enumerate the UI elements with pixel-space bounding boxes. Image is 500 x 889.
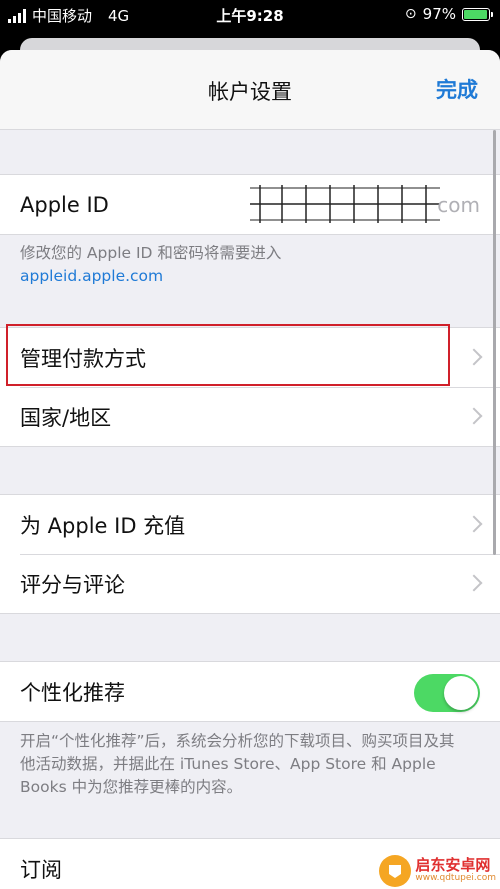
watermark-url: www.qdtupei.com: [415, 873, 496, 884]
toggle-knob: [444, 675, 478, 710]
battery-percent: 97%: [422, 5, 456, 23]
watermark-title: 启东安卓网: [415, 856, 491, 875]
battery-icon: [462, 7, 493, 21]
personalization-group: 个性化推荐: [0, 661, 500, 722]
highlight-box: [6, 324, 450, 386]
apple-id-row[interactable]: Apple ID com: [0, 175, 500, 234]
redaction-mark-icon: [250, 185, 440, 223]
chevron-right-icon: [465, 574, 483, 591]
topup-group: 为 Apple ID 充值 评分与评论: [0, 494, 500, 614]
personalization-note: 开启“个性化推荐”后，系统会分析您的下载项目、购买项目及其他活动数据，并据此在 …: [20, 732, 455, 796]
status-bar: 中国移动 4G 上午9:28 ⊙ 97%: [0, 0, 500, 30]
masked-apple-id: com: [250, 185, 480, 223]
watermark-text: 启东安卓网 www.qdtupei.com: [415, 858, 496, 883]
watermark-logo-icon: [379, 855, 412, 887]
personalization-label: 个性化推荐: [20, 680, 125, 705]
battery-fill: [464, 9, 488, 19]
topup-row[interactable]: 为 Apple ID 充值: [0, 495, 500, 554]
orientation-lock-icon: ⊙: [404, 6, 417, 22]
scrollbar[interactable]: [493, 130, 496, 555]
apple-id-note-text: 修改您的 Apple ID 和密码将需要进入: [20, 244, 282, 262]
apple-id-group: Apple ID com: [0, 174, 500, 235]
apple-id-label: Apple ID: [20, 192, 109, 217]
page-title: 帐户设置: [208, 80, 292, 104]
done-button[interactable]: 完成: [436, 74, 478, 104]
apple-id-suffix: com: [437, 193, 480, 217]
apple-id-note: 修改您的 Apple ID 和密码将需要进入 appleid.apple.com: [20, 242, 470, 288]
chevron-right-icon: [465, 515, 483, 532]
country-region-row[interactable]: 国家/地区: [0, 387, 500, 446]
chevron-right-icon: [465, 407, 483, 424]
watermark: 启东安卓网 www.qdtupei.com: [379, 855, 496, 887]
personalization-toggle[interactable]: [414, 673, 480, 712]
ratings-reviews-label: 评分与评论: [20, 572, 125, 597]
personalization-row: 个性化推荐: [0, 662, 500, 721]
topup-label: 为 Apple ID 充值: [20, 513, 186, 538]
nav-bar: 帐户设置 完成: [0, 50, 500, 130]
appleid-link[interactable]: appleid.apple.com: [20, 265, 470, 288]
status-right: ⊙ 97%: [404, 5, 493, 23]
country-region-label: 国家/地区: [20, 405, 112, 430]
account-settings-sheet: 帐户设置 完成 Apple ID com 修改您的 Apple ID 和密码将需…: [0, 50, 500, 889]
ratings-reviews-row[interactable]: 评分与评论: [0, 554, 500, 613]
subscriptions-label: 订阅: [20, 857, 62, 882]
chevron-right-icon: [465, 348, 483, 365]
